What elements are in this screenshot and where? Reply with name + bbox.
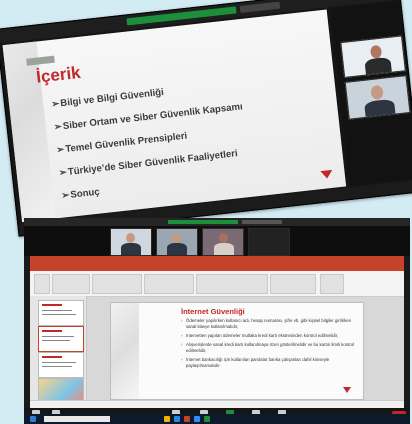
bottom-screenshot: İnternet Güvenliği Ödemeler yapılırken k… [24,218,410,424]
zoom-icon[interactable] [194,416,200,422]
arrow-icon: ➢ [60,189,71,202]
slide-tag [26,55,55,66]
bullet-item: İnternet bankacılığı için kullanılan par… [181,357,357,369]
participant-head [370,84,384,101]
slide-thumbnails-pane [30,296,87,404]
paste-button[interactable] [34,274,50,294]
screen-share-indicator[interactable] [168,220,238,224]
participant-video-tile[interactable] [156,228,198,256]
participant-body [364,56,392,76]
ppt-title-bar [30,256,404,264]
windows-start-icon[interactable] [30,416,36,422]
current-slide: İnternet Güvenliği Ödemeler yapılırken k… [110,302,364,400]
slide-content-list: ➢Bilgi ve Bilgi Güvenliği ➢Siber Ortam v… [51,77,252,212]
slides-group[interactable] [52,274,90,294]
participant-body [214,243,234,255]
ppt-ribbon-tabs[interactable] [30,264,404,271]
powerpoint-icon[interactable] [184,416,190,422]
participant-head [219,233,228,243]
slide-title: İçerik [35,62,82,87]
excel-icon[interactable] [204,416,210,422]
bullet-item: Alışverişlerde sanal kredi kartı kullanı… [181,342,357,354]
arrow-icon: ➢ [58,166,68,179]
presentation-slide: İçerik ➢Bilgi ve Bilgi Güvenliği ➢Siber … [2,9,347,223]
participant-body [167,243,187,255]
participant-video-tile[interactable] [110,228,152,256]
arrow-icon: ➢ [50,98,61,111]
bullet-item: Ödemeler yapılırken kullanıcı adı, hesap… [181,318,357,330]
bullet-item: Internetten yapılan ödemeler mutlaka kre… [181,333,357,339]
participant-strip [24,226,410,256]
stop-share-button[interactable] [242,220,282,224]
design-ideas-button[interactable] [320,274,344,294]
list-item-text: Sonuç [69,186,101,201]
ppt-ribbon [30,271,404,297]
slide-bullet-list: Ödemeler yapılırken kullanıcı adı, hesap… [181,318,357,372]
participant-video-tile[interactable] [340,35,406,78]
participant-head [126,233,135,243]
slide-thumbnail[interactable] [38,352,84,378]
file-explorer-icon[interactable] [164,416,170,422]
slide-accent-shape [111,303,139,399]
slide-title: İnternet Güvenliği [181,307,245,316]
paragraph-group[interactable] [144,274,194,294]
play-triangle-icon [343,387,351,393]
play-triangle-icon [320,169,334,180]
font-group[interactable] [92,274,142,294]
stop-share-button[interactable] [239,1,281,13]
participant-head [369,44,383,59]
search-icon[interactable] [44,416,110,422]
slide-thumbnail[interactable] [38,300,84,326]
slide-thumbnail-active[interactable] [38,326,84,352]
top-screenshot: İçerik ➢Bilgi ve Bilgi Güvenliği ➢Siber … [0,0,412,237]
participant-video-tile[interactable] [202,228,244,256]
meeting-top-bar [24,218,410,226]
windows-taskbar [24,414,410,424]
drawing-group[interactable] [196,274,268,294]
participant-body [121,243,141,255]
browser-icon[interactable] [174,416,180,422]
list-item-text: Bilgi ve Bilgi Güvenliği [59,86,165,110]
arrow-icon: ➢ [53,121,63,134]
editing-group[interactable] [270,274,316,294]
participant-body [363,98,396,118]
participant-video-tile[interactable] [344,75,411,120]
participant-head [172,233,181,243]
arrow-icon: ➢ [55,144,66,156]
powerpoint-window: İnternet Güvenliği Ödemeler yapılırken k… [30,256,404,409]
participant-video-tile[interactable] [248,228,290,256]
